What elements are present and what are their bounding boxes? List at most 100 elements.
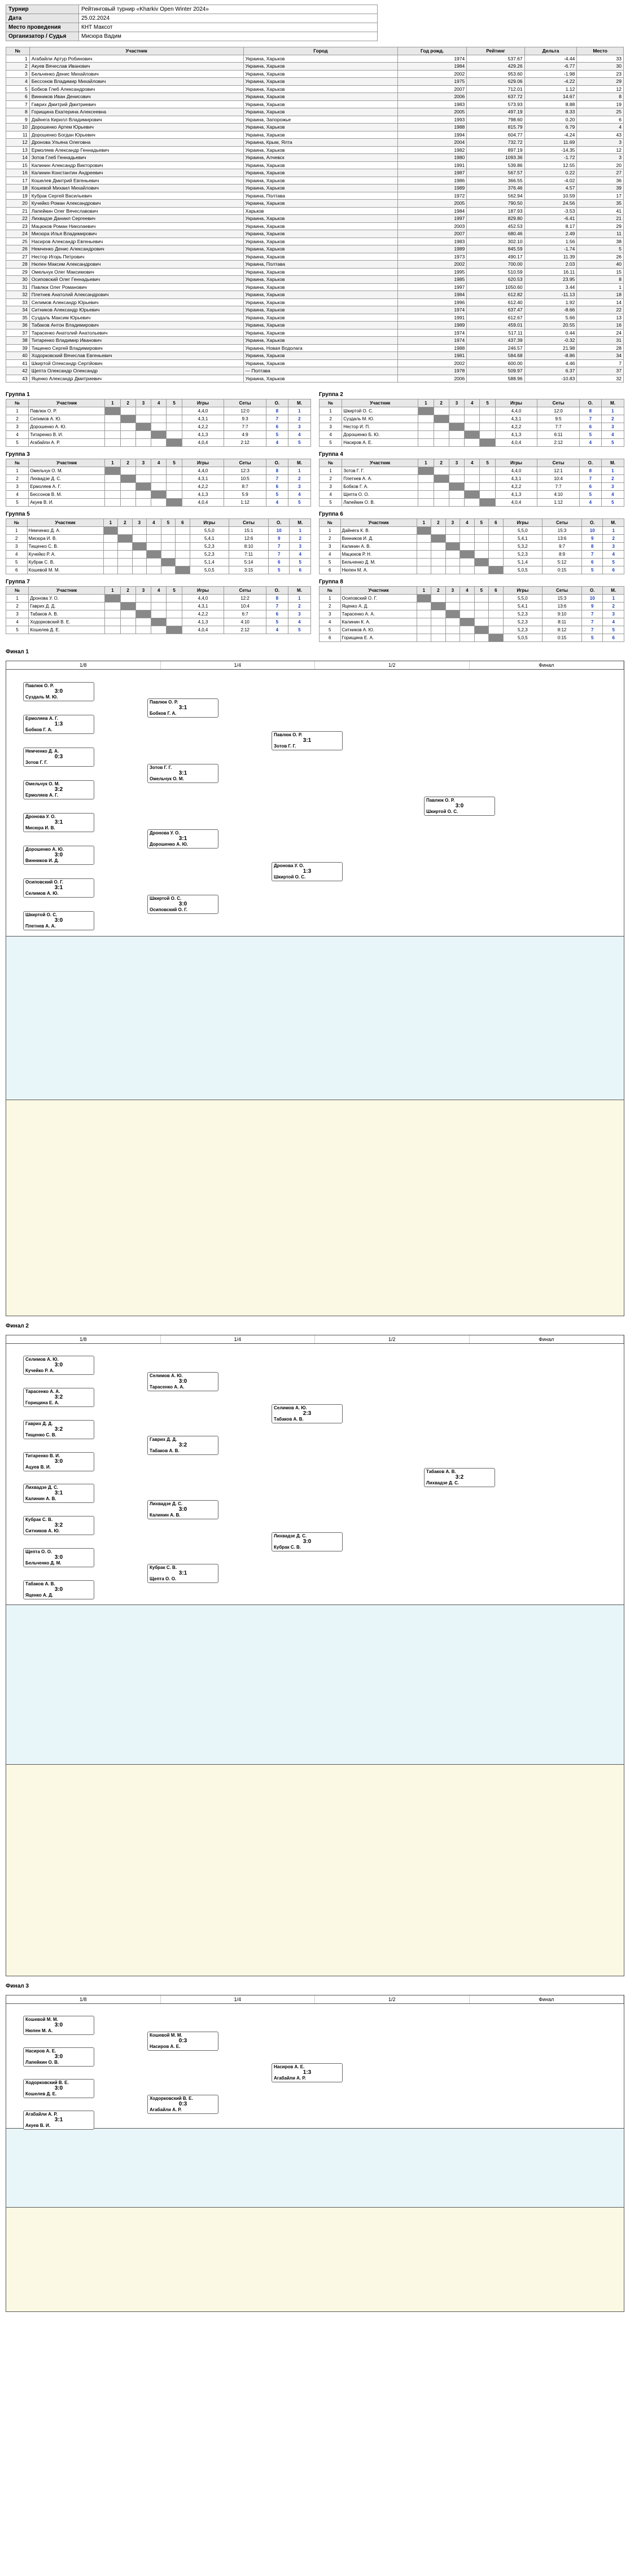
round-label: 1/2 [315, 1995, 470, 2003]
group-sets: 5:9 [224, 490, 266, 499]
table-cell: 16.11 [524, 267, 578, 276]
bracket-match: Дорошенко А. Ю. 3:0 Винников И. Д. [23, 846, 94, 865]
match-player-2: Кучейко Р. А. [25, 1368, 54, 1373]
group-table: № Участник 1 2 3 4 5 6 Игры Сеты О. М. 1 Немченко Д. … [6, 518, 311, 574]
group-sets: 9:3 [224, 415, 266, 423]
group-row: 2 Винников И. Д. 5,4,1 13:6 9 2 [319, 534, 624, 543]
table-cell: 7 [6, 100, 30, 108]
table-row: 7 Гаврих Дмитрий Дмитриевич Украина, Харьк… [6, 100, 624, 108]
group-diagonal [464, 490, 480, 499]
group-games: 4,3,1 [181, 602, 225, 610]
table-cell: 8 [576, 275, 624, 284]
group-diagonal [166, 438, 182, 447]
bracket-match: Дронова У. О. 3:1 Мисюра И. В. [23, 813, 94, 832]
table-cell: 588.96 [466, 374, 525, 383]
group-column-header: 2 [120, 399, 136, 407]
table-cell: Дайнега Кирилл Владимирович [29, 115, 244, 124]
group-block: Группа 8 № Участник 1 2 3 4 5 6 Игры Сеты О. М. 1 Осип… [319, 574, 624, 642]
table-cell: Кошелев Дмитрий Евгеньевич [29, 176, 244, 184]
group-column-header: Игры [502, 518, 543, 527]
table-row: 17 Кошелев Дмитрий Евгеньевич Украина, Хар… [6, 176, 624, 184]
column-header: Город [243, 47, 399, 55]
group-place: 2 [602, 534, 624, 543]
group-column-header: Участник [340, 586, 417, 595]
group-sets: 12:1 [537, 467, 580, 475]
group-sets: 7:7 [537, 423, 580, 431]
group-column-header: 3 [445, 586, 461, 595]
group-result [474, 550, 489, 559]
table-cell: 22 [6, 214, 30, 223]
match-player-2: Ермоляев А. Г. [25, 793, 58, 798]
group-games: 4,3,1 [495, 415, 538, 423]
group-player: Нюпен М. А. [340, 566, 417, 574]
bracket-match: Павлюк О. Р. 3:0 Шкиртой О. С. [424, 797, 495, 816]
table-cell: Бессонов Владимир Михайлович [29, 77, 244, 86]
group-diagonal [445, 542, 461, 551]
group-result [135, 594, 152, 603]
group-result [464, 423, 480, 431]
group-result [104, 618, 121, 626]
bracket-rounds: 1/8 1/4 1/2 Финал [6, 661, 624, 670]
match-player-2: Ацуев В. И. [25, 1465, 51, 1470]
group-result [120, 430, 136, 439]
group-seed: 4 [318, 490, 343, 499]
group-result [433, 430, 449, 439]
group-column-header: № [318, 399, 343, 407]
group-result [175, 542, 190, 551]
table-cell: Омельчук Олег Максимович [29, 267, 244, 276]
table-cell: Нестор Игорь Петрович [29, 252, 244, 261]
group-result [418, 415, 434, 423]
group-result [166, 602, 182, 610]
group-result [416, 618, 432, 626]
group-result [418, 438, 434, 447]
match-player-2: Бобков Г. А. [150, 711, 177, 716]
group-result [135, 618, 152, 626]
match-score: 1:3 [303, 868, 312, 874]
group-result [474, 618, 489, 626]
table-cell: 9 [6, 115, 30, 124]
group-result [135, 430, 152, 439]
group-row: 2 Селимов А. Ю. 4,3,1 9:3 7 2 [5, 415, 312, 423]
table-cell: 15 [576, 267, 624, 276]
match-player-2: Лихвадзе Д. С. [426, 1480, 460, 1485]
group-games: 4,2,2 [495, 423, 538, 431]
group-diagonal [418, 467, 434, 475]
group-games: 4,2,2 [181, 482, 225, 491]
match-score: 3:1 [54, 885, 63, 891]
round-label: Финал [470, 1335, 624, 1343]
table-cell: Насиров Александр Евгеньевич [29, 237, 244, 245]
match-player-2: Яценко А. Д. [25, 1593, 54, 1598]
match-score: 0:3 [178, 2038, 187, 2044]
group-points: 6 [265, 482, 288, 491]
table-cell: 6 [576, 115, 624, 124]
bracket-match: Селимов А. Ю. 3:0 Кучейко Р. А. [23, 1356, 94, 1375]
group-place: 4 [602, 550, 624, 559]
group-sets: 1:12 [537, 498, 580, 507]
table-cell: 16 [6, 169, 30, 177]
group-result [135, 490, 152, 499]
group-seed: 4 [6, 550, 28, 559]
table-cell: 14.67 [524, 93, 578, 101]
match-score: 3:1 [178, 836, 187, 842]
match-score: 3:1 [178, 1570, 187, 1576]
bracket-rounds: 1/8 1/4 1/2 Финал [6, 1335, 624, 1344]
group-player: Ходорковский В. Е. [28, 618, 106, 626]
table-cell: 41 [6, 359, 30, 367]
group-result [166, 430, 182, 439]
match-score: 3:0 [178, 1506, 187, 1513]
match-score: 3:2 [54, 1522, 63, 1528]
group-result [431, 542, 446, 551]
table-cell: 12 [576, 146, 624, 154]
group-games: 4,0,4 [495, 498, 538, 507]
group-place: 2 [287, 474, 312, 483]
group-result [448, 438, 465, 447]
group-result [151, 610, 167, 618]
table-cell: 510.59 [466, 267, 525, 276]
info-key: Организатор / Судья [6, 32, 79, 41]
group-points: 5 [265, 618, 288, 626]
group-result [445, 602, 461, 610]
group-points: 4 [265, 626, 288, 634]
table-cell: 26 [576, 252, 624, 261]
group-column-header: № [6, 518, 28, 527]
bracket-block: 1/8 1/4 1/2 Финал Павлюк О. Р. 3:0 Суздаль М. … [6, 661, 624, 1316]
